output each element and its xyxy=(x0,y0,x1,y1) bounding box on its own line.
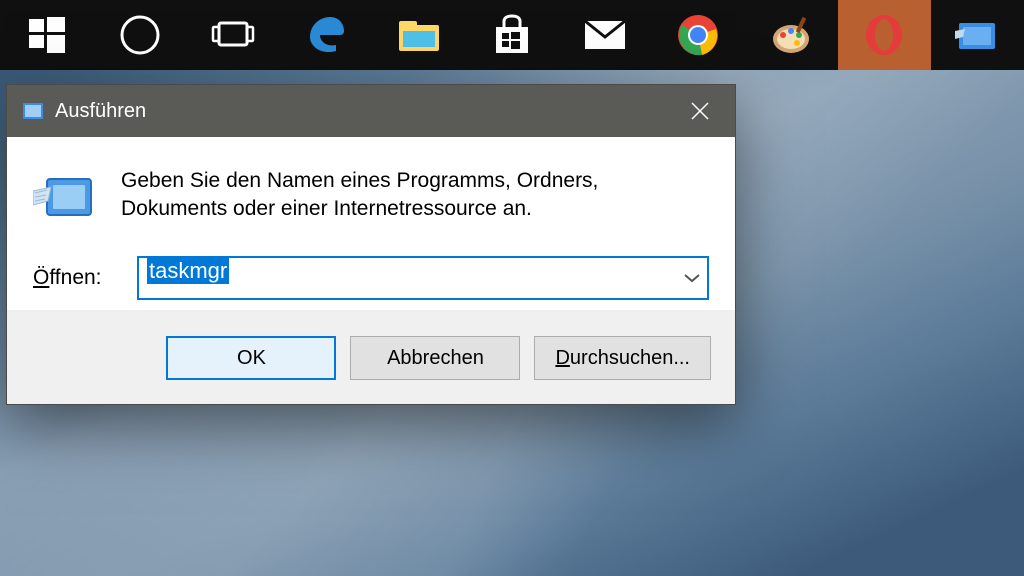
paint-button[interactable] xyxy=(745,0,838,70)
titlebar[interactable]: Ausführen xyxy=(7,85,735,137)
explorer-button[interactable] xyxy=(372,0,465,70)
store-icon xyxy=(490,13,534,57)
browse-button[interactable]: Durchsuchen... xyxy=(534,336,711,380)
opera-icon xyxy=(862,13,906,57)
start-button[interactable] xyxy=(0,0,93,70)
run-dialog: Ausführen Geben Sie den Namen eines Prog… xyxy=(6,84,736,405)
mail-button[interactable] xyxy=(559,0,652,70)
close-button[interactable] xyxy=(665,85,735,137)
opera-button[interactable] xyxy=(838,0,931,70)
taskview-icon xyxy=(209,15,257,55)
cortana-icon xyxy=(118,13,162,57)
mail-icon xyxy=(581,17,629,53)
run-taskbar-icon xyxy=(955,17,999,53)
run-taskbar-button[interactable] xyxy=(931,0,1024,70)
dialog-title: Ausführen xyxy=(55,100,146,123)
cortana-button[interactable] xyxy=(93,0,186,70)
explorer-icon xyxy=(395,15,443,55)
store-button[interactable] xyxy=(465,0,558,70)
chrome-button[interactable] xyxy=(652,0,745,70)
ok-button[interactable]: OK xyxy=(166,336,336,380)
taskview-button[interactable] xyxy=(186,0,279,70)
edge-icon xyxy=(304,13,348,57)
instruction-text: Geben Sie den Namen eines Programms, Ord… xyxy=(121,167,709,228)
open-input-value: taskmgr xyxy=(147,257,229,284)
start-icon xyxy=(27,15,67,55)
cancel-button[interactable]: Abbrechen xyxy=(350,336,520,380)
open-label: Öffnen: xyxy=(33,266,117,290)
run-dialog-icon xyxy=(21,101,45,121)
open-input[interactable]: taskmgr xyxy=(137,256,709,300)
taskbar xyxy=(0,0,1024,70)
paint-icon xyxy=(769,13,813,57)
run-large-icon xyxy=(33,171,95,228)
edge-button[interactable] xyxy=(279,0,372,70)
chrome-icon xyxy=(676,13,720,57)
close-icon xyxy=(689,100,711,122)
